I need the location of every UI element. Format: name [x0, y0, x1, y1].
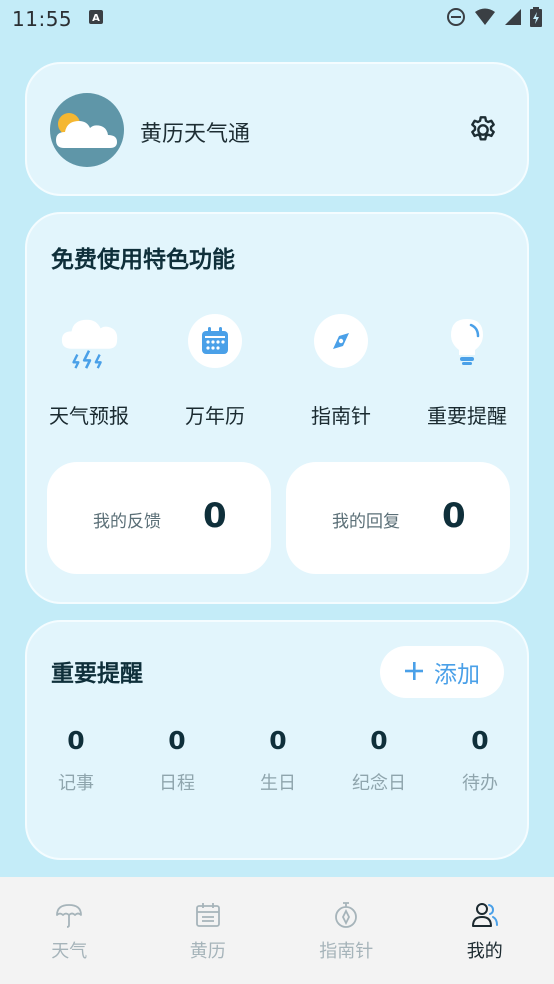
plus-icon — [404, 657, 424, 687]
counter-schedule[interactable]: 0 日程 — [137, 726, 217, 795]
gear-icon — [471, 116, 495, 141]
nav-label: 天气 — [51, 941, 88, 962]
status-bar: 11:55 A — [0, 0, 554, 38]
counter-birthday[interactable]: 0 生日 — [238, 726, 318, 795]
feature-weather-forecast[interactable]: 天气预报 — [27, 310, 151, 430]
feature-label: 重要提醒 — [427, 404, 507, 428]
counter-label: 纪念日 — [352, 773, 406, 794]
nav-label: 我的 — [466, 941, 503, 962]
counter-todo[interactable]: 0 待办 — [440, 726, 520, 795]
nav-tab-almanac[interactable]: 黄历 — [139, 877, 278, 984]
counter-value: 0 — [168, 726, 186, 755]
nav-tab-mine[interactable]: 我的 — [416, 877, 554, 984]
counter-label: 日程 — [159, 773, 195, 794]
reminders-card: 重要提醒 添加 0 记事 0 日程 0 生日 0 纪念日 0 待办 — [25, 620, 529, 860]
features-title: 免费使用特色功能 — [51, 247, 235, 273]
settings-button[interactable] — [465, 112, 501, 148]
features-card: 免费使用特色功能 天气预报 万年历 指南针 重要提醒 我的反馈 0 我的回复 0 — [25, 212, 529, 604]
avatar — [50, 93, 124, 167]
my-feedback-label: 我的反馈 — [93, 512, 161, 532]
calendar-icon — [194, 901, 222, 929]
nav-label: 黄历 — [189, 941, 226, 962]
umbrella-icon — [55, 901, 83, 929]
compass-icon — [314, 314, 368, 368]
my-replies-card[interactable]: 我的回复 0 — [286, 462, 510, 574]
storm-cloud-icon — [58, 310, 120, 372]
app-name: 黄历天气通 — [140, 122, 251, 147]
profile-card: 黄历天气通 — [25, 62, 529, 196]
nav-label: 指南针 — [319, 941, 374, 962]
nav-tab-compass[interactable]: 指南针 — [277, 877, 416, 984]
counter-anniversary[interactable]: 0 纪念日 — [339, 726, 419, 795]
counter-value: 0 — [471, 726, 489, 755]
counter-label: 生日 — [260, 773, 296, 794]
compass-icon — [332, 901, 360, 929]
my-replies-count: 0 — [442, 496, 466, 536]
my-replies-label: 我的回复 — [332, 512, 400, 532]
user-group-icon — [471, 901, 499, 929]
svg-text:A: A — [92, 13, 100, 24]
feature-calendar[interactable]: 万年历 — [153, 310, 277, 430]
my-feedback-card[interactable]: 我的反馈 0 — [47, 462, 271, 574]
add-reminder-button[interactable]: 添加 — [380, 646, 504, 698]
counter-value: 0 — [370, 726, 388, 755]
my-feedback-count: 0 — [203, 496, 227, 536]
counter-value: 0 — [67, 726, 85, 755]
cell-signal-icon — [504, 8, 522, 30]
wifi-icon — [474, 8, 496, 30]
counter-label: 记事 — [58, 773, 94, 794]
feature-compass[interactable]: 指南针 — [279, 310, 403, 430]
feature-reminders[interactable]: 重要提醒 — [405, 310, 529, 430]
counter-value: 0 — [269, 726, 287, 755]
lightbulb-icon — [436, 310, 498, 372]
feature-label: 天气预报 — [49, 404, 129, 428]
counter-notes[interactable]: 0 记事 — [36, 726, 116, 795]
status-time: 11:55 — [12, 7, 73, 31]
bottom-nav: 天气 黄历 指南针 我的 — [0, 877, 554, 984]
calendar-icon — [188, 314, 242, 368]
do-not-disturb-icon — [446, 7, 466, 31]
nav-tab-weather[interactable]: 天气 — [0, 877, 139, 984]
battery-charging-icon — [530, 7, 542, 31]
sun-cloud-icon — [56, 113, 117, 148]
counter-label: 待办 — [462, 773, 498, 794]
feature-label: 指南针 — [311, 404, 371, 428]
feature-label: 万年历 — [185, 404, 245, 428]
keyboard-notification-icon: A — [88, 9, 104, 29]
add-reminder-label: 添加 — [434, 662, 480, 688]
reminders-title: 重要提醒 — [51, 661, 143, 687]
